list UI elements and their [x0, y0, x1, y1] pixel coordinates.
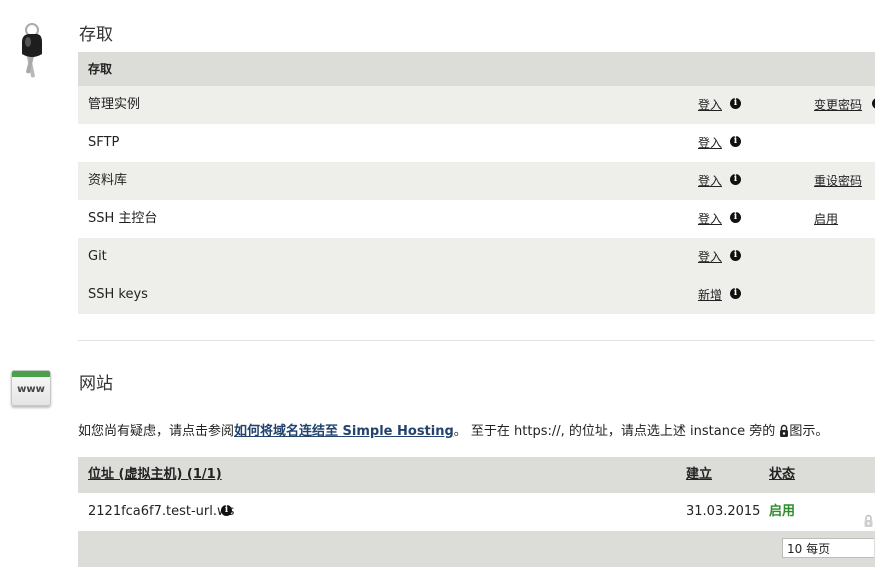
add-ssh-key-link[interactable]: 新增 [698, 276, 722, 314]
access-row-sftp: SFTP 登入 i [78, 124, 875, 162]
keys-icon [12, 20, 52, 82]
reset-password-link[interactable]: 重设密码 [814, 162, 862, 200]
note-text: 。 至于在 https://, 的位址，请点选上述 instance 旁的 [453, 424, 776, 439]
row-label: Git [88, 249, 107, 264]
enable-ssh-link[interactable]: 启用 [814, 200, 838, 238]
access-row-ssh-console: SSH 主控台 登入 i 启用 [78, 200, 875, 238]
database-login-link[interactable]: 登入 [698, 162, 722, 200]
row-label: 管理实例 [88, 97, 141, 112]
access-row-ssh-keys: SSH keys 新增 i [78, 276, 875, 314]
row-label: SSH keys [88, 287, 148, 302]
git-login-link[interactable]: 登入 [698, 238, 722, 276]
info-icon[interactable]: i [730, 212, 741, 223]
info-icon[interactable]: i [730, 174, 741, 185]
access-header-label: 存取 [88, 62, 113, 76]
note-text: 图示。 [789, 424, 829, 439]
lock-icon [779, 424, 789, 441]
website-table: 位址 (虚拟主机) (1/1) 建立 状态 2121fca6f7.test-ur… [78, 457, 875, 567]
info-icon[interactable]: i [730, 288, 741, 299]
vhost-created-date: 31.03.2015 [686, 504, 761, 519]
access-row-git: Git 登入 i [78, 238, 875, 276]
sftp-login-link[interactable]: 登入 [698, 124, 722, 162]
website-table-header: 位址 (虚拟主机) (1/1) 建立 状态 [78, 457, 875, 493]
sort-created-header[interactable]: 建立 [686, 457, 712, 493]
change-password-link[interactable]: 变更密码 [814, 86, 862, 124]
info-icon[interactable]: i [730, 98, 741, 109]
sort-address-header[interactable]: 位址 (虚拟主机) (1/1) [88, 457, 222, 493]
website-section-title: 网站 [79, 374, 113, 394]
info-icon[interactable]: i [221, 505, 232, 516]
access-section-title: 存取 [79, 25, 113, 45]
sort-status-header[interactable]: 状态 [769, 457, 795, 493]
note-text: 如您尚有疑虑，请点击参阅 [78, 424, 235, 439]
section-divider [78, 340, 875, 341]
row-label: 资料库 [88, 173, 128, 188]
access-row-database: 资料库 登入 i 重设密码 [78, 162, 875, 200]
access-row-admin: 管理实例 登入 i 变更密码 i [78, 86, 875, 124]
table-row: 2121fca6f7.test-url.ws i 31.03.2015 启用 [78, 493, 875, 531]
website-help-note: 如您尚有疑虑，请点击参阅如何将域名连结至 Simple Hosting。 至于在… [78, 420, 828, 441]
row-label: SFTP [88, 135, 120, 150]
access-table: 存取 管理实例 登入 i 变更密码 i SFTP 登入 i 资料库 登入 i 重… [78, 52, 875, 314]
info-icon[interactable]: i [730, 136, 741, 147]
www-icon-text: www [17, 384, 45, 395]
domain-help-link[interactable]: 如何将域名连结至 Simple Hosting [234, 424, 454, 439]
vhost-status: 启用 [769, 504, 796, 519]
access-table-header: 存取 [78, 52, 875, 86]
info-icon[interactable]: i [730, 250, 741, 261]
www-icon: www [11, 370, 51, 406]
vhost-address: 2121fca6f7.test-url.ws [88, 504, 235, 519]
admin-login-link[interactable]: 登入 [698, 86, 722, 124]
ssh-console-login-link[interactable]: 登入 [698, 200, 722, 238]
table-footer: 10 每页 [78, 531, 875, 567]
row-label: SSH 主控台 [88, 211, 158, 226]
per-page-select[interactable]: 10 每页 [782, 538, 874, 558]
